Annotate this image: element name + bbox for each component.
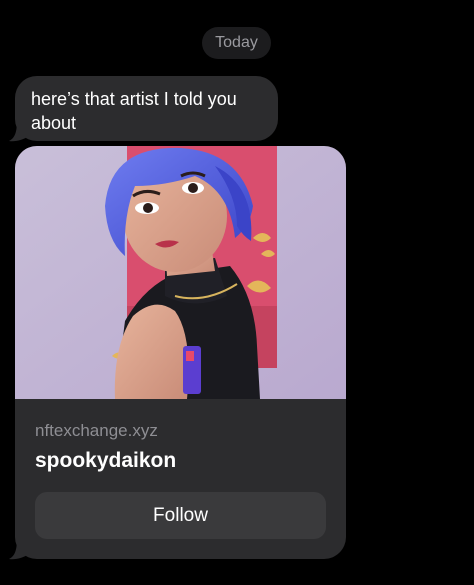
message-bubble[interactable]: here’s that artist I told you about: [15, 76, 278, 141]
date-separator: Today: [202, 27, 271, 59]
link-title: spookydaikon: [35, 449, 177, 472]
link-preview-card[interactable]: nftexchange.xyz spookydaikon Follow: [15, 146, 346, 559]
follow-button[interactable]: Follow: [35, 492, 326, 539]
link-preview-image[interactable]: [15, 146, 346, 399]
link-domain: nftexchange.xyz: [35, 421, 158, 440]
message-text: here’s that artist I told you about: [31, 89, 237, 133]
